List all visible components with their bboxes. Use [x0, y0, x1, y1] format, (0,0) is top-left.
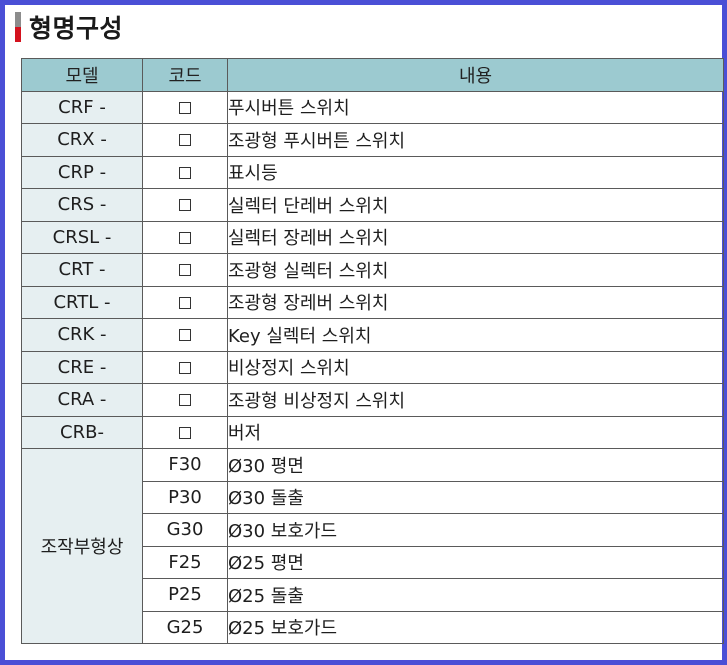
code-placeholder-box	[179, 296, 191, 309]
desc-cell: 버저	[227, 415, 724, 449]
code-cell	[142, 123, 228, 157]
table-row: CRSL - 실렉터 장레버 스위치	[21, 220, 724, 254]
code-cell	[142, 220, 228, 254]
model-cell: CRS -	[21, 188, 143, 222]
code-cell: F30	[142, 448, 228, 482]
model-cell: CRTL -	[21, 285, 143, 319]
code-placeholder-box	[179, 231, 191, 244]
code-cell	[142, 253, 228, 287]
desc-cell: Ø30 보호가드	[227, 513, 724, 547]
code-placeholder-box	[179, 329, 191, 342]
desc-cell: Ø25 평면	[227, 545, 724, 579]
code-cell	[142, 415, 228, 449]
code-placeholder-box	[179, 134, 191, 147]
desc-cell: 조광형 비상정지 스위치	[227, 383, 724, 417]
section-heading: 형명구성	[15, 7, 123, 47]
code-cell	[142, 90, 228, 124]
code-cell	[142, 155, 228, 189]
model-cell: CRP -	[21, 155, 143, 189]
document-frame: 형명구성 모델 코드 내용 CRF - 푸시버튼 스위치 CRX - 조광형 푸시버튼…	[0, 0, 727, 665]
table-row: CRE - 비상정지 스위치	[21, 350, 724, 384]
desc-cell: 조광형 장레버 스위치	[227, 285, 724, 319]
table-row: CRX - 조광형 푸시버튼 스위치	[21, 123, 724, 157]
table-body: CRF - 푸시버튼 스위치 CRX - 조광형 푸시버튼 스위치 CRP - 표시등 CR…	[21, 90, 724, 644]
desc-cell: 실렉터 장레버 스위치	[227, 220, 724, 254]
table-row: CRT - 조광형 실렉터 스위치	[21, 253, 724, 287]
model-cell: CRF -	[21, 90, 143, 124]
model-spec-table: 모델 코드 내용 CRF - 푸시버튼 스위치 CRX - 조광형 푸시버튼 스위치 C…	[21, 58, 724, 644]
code-placeholder-box	[179, 394, 191, 407]
code-placeholder-box	[179, 426, 191, 439]
code-cell: F25	[142, 545, 228, 579]
table-row: 조작부형상 F30 Ø30 평면	[21, 448, 724, 644]
header-code: 코드	[142, 58, 228, 92]
table-header-row: 모델 코드 내용	[21, 58, 724, 92]
code-placeholder-box	[179, 361, 191, 374]
desc-cell: 표시등	[227, 155, 724, 189]
code-cell: P30	[142, 480, 228, 514]
code-cell	[142, 318, 228, 352]
table-row: CRTL - 조광형 장레버 스위치	[21, 285, 724, 319]
desc-cell: 조광형 푸시버튼 스위치	[227, 123, 724, 157]
header-desc: 내용	[227, 58, 724, 92]
desc-cell: 비상정지 스위치	[227, 350, 724, 384]
code-cell	[142, 188, 228, 222]
code-cell	[142, 383, 228, 417]
desc-cell: 조광형 실렉터 스위치	[227, 253, 724, 287]
model-cell: CRE -	[21, 350, 143, 384]
code-placeholder-box	[179, 199, 191, 212]
desc-cell: 푸시버튼 스위치	[227, 90, 724, 124]
desc-cell: Ø25 보호가드	[227, 610, 724, 644]
page-title: 형명구성	[29, 14, 124, 43]
code-placeholder-box	[179, 264, 191, 277]
code-cell	[142, 350, 228, 384]
desc-cell: Ø30 돌출	[227, 480, 724, 514]
desc-cell: Ø30 평면	[227, 448, 724, 482]
table-row: CRK - Key 실렉터 스위치	[21, 318, 724, 352]
desc-cell: Ø25 돌출	[227, 578, 724, 612]
table-row: CRP - 표시등	[21, 155, 724, 189]
code-cell: G30	[142, 513, 228, 547]
desc-cell: Key 실렉터 스위치	[227, 318, 724, 352]
model-cell: CRA -	[21, 383, 143, 417]
model-cell: CRK -	[21, 318, 143, 352]
heading-marker-icon	[15, 12, 21, 42]
table-row: CRA - 조광형 비상정지 스위치	[21, 383, 724, 417]
model-cell: CRSL -	[21, 220, 143, 254]
code-cell	[142, 285, 228, 319]
table-row: CRB- 버저	[21, 415, 724, 449]
desc-cell: 실렉터 단레버 스위치	[227, 188, 724, 222]
code-placeholder-box	[179, 101, 191, 114]
model-cell: CRB-	[21, 415, 143, 449]
header-model: 모델	[21, 58, 143, 92]
model-cell: CRX -	[21, 123, 143, 157]
table-row: CRS - 실렉터 단레버 스위치	[21, 188, 724, 222]
code-cell: P25	[142, 578, 228, 612]
code-placeholder-box	[179, 166, 191, 179]
model-cell: CRT -	[21, 253, 143, 287]
table-row: CRF - 푸시버튼 스위치	[21, 90, 724, 124]
code-cell: G25	[142, 610, 228, 644]
operator-group-cell: 조작부형상	[21, 448, 143, 644]
